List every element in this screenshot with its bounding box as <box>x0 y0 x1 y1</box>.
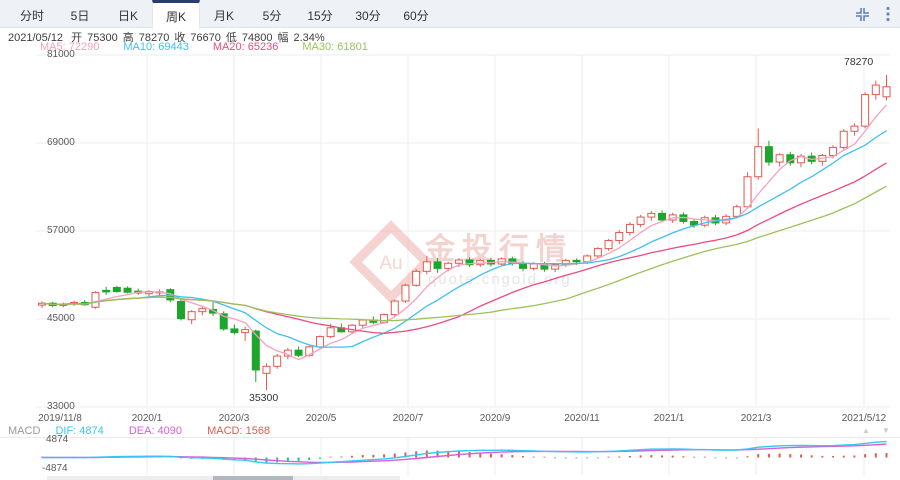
watermark-badge: Au <box>379 253 402 274</box>
tab-5日[interactable]: 5日 <box>56 0 104 27</box>
time-tick: 2021/1 <box>654 413 685 424</box>
tab-日K[interactable]: 日K <box>104 0 152 27</box>
tab-周K[interactable]: 周K <box>152 0 200 29</box>
ma-legend: MA5: 72290 MA10: 69443 MA20: 65236 MA30:… <box>40 41 389 53</box>
macd-value: MACD: 1568 <box>207 425 270 437</box>
macd-collapse-icon[interactable]: ▼ <box>882 426 890 435</box>
macd-axis-min: -4874 <box>42 463 68 474</box>
macd-panel <box>41 442 888 464</box>
chart-scrollbar-track[interactable] <box>47 476 400 480</box>
watermark: Au 金投行情 quote.cngold.org <box>356 227 573 298</box>
kline-chart-widget: Au 金投行情 quote.cngold.org 分时5日日K周K月K5分15分… <box>0 0 900 480</box>
ohlc-info-bar: 2021/05/12 开75300高78270收76670低74800幅2.34… <box>8 29 330 41</box>
compress-icon[interactable] <box>855 7 870 22</box>
tab-月K[interactable]: 月K <box>200 0 248 27</box>
kebab-menu-icon[interactable] <box>886 6 890 22</box>
time-tick: 2020/3 <box>219 413 250 424</box>
tab-分时[interactable]: 分时 <box>8 0 56 27</box>
macd-expand-icon[interactable]: ▲ <box>862 426 870 435</box>
price-tick: 45000 <box>47 313 75 324</box>
dea-value: DEA: 4090 <box>129 425 182 437</box>
time-tick: 2021/3 <box>741 413 772 424</box>
chart-canvas[interactable]: Au 金投行情 quote.cngold.org <box>0 0 900 480</box>
ma20-legend: MA20: 65236 <box>213 41 278 53</box>
tab-30分[interactable]: 30分 <box>344 0 392 27</box>
period-tab-bar: 分时5日日K周K月K5分15分30分60分 <box>0 0 900 28</box>
price-tick: 57000 <box>47 225 75 236</box>
time-tick: 2020/9 <box>480 413 511 424</box>
time-tick: 2021/5/12 <box>842 413 887 424</box>
price-tick: 81000 <box>47 49 75 60</box>
time-tick: 2020/11 <box>564 413 599 424</box>
price-tick: 33000 <box>47 401 75 412</box>
tab-15分[interactable]: 15分 <box>296 0 344 27</box>
chart-scrollbar-thumb[interactable] <box>213 476 293 480</box>
time-tick: 2019/11/8 <box>38 413 82 424</box>
tab-5分[interactable]: 5分 <box>248 0 296 27</box>
macd-panel-title: MACD <box>8 425 40 437</box>
ma10-legend: MA10: 69443 <box>123 41 188 53</box>
time-tick: 2020/1 <box>132 413 163 424</box>
high-price-annotation: 78270 <box>844 56 873 68</box>
macd-axis-max: 4874 <box>46 434 68 445</box>
time-tick: 2020/5 <box>306 413 337 424</box>
price-tick: 69000 <box>47 137 75 148</box>
header-icons <box>855 0 890 28</box>
tab-60分[interactable]: 60分 <box>392 0 440 27</box>
ma30-legend: MA30: 61801 <box>302 41 367 53</box>
time-tick: 2020/7 <box>393 413 424 424</box>
low-price-annotation: 35300 <box>249 392 278 404</box>
